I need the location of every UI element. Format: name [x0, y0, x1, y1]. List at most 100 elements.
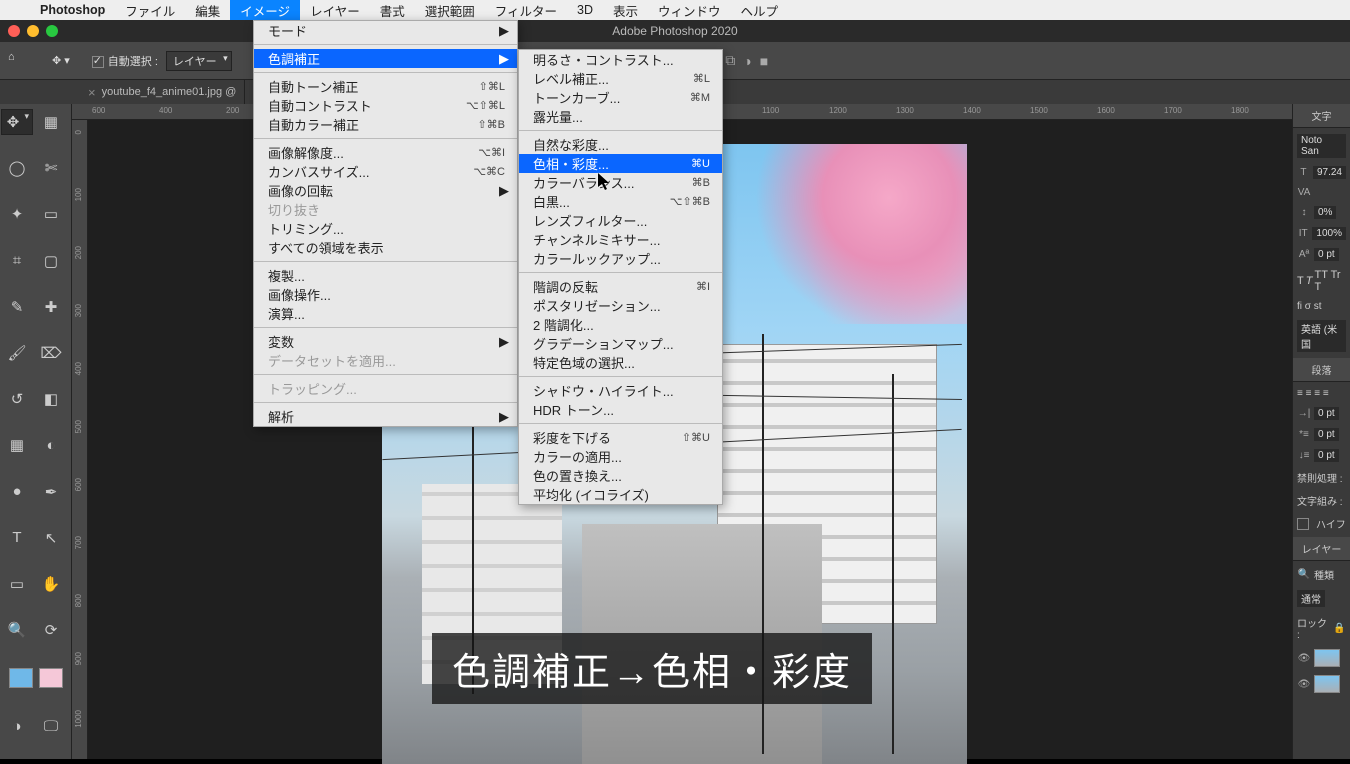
- close-window-button[interactable]: [8, 25, 20, 37]
- mode-3d-icon[interactable]: ⧉: [725, 52, 735, 69]
- font-style-buttons[interactable]: T T TT Tr T: [1293, 265, 1350, 297]
- menu-item[interactable]: 特定色域の選択...: [519, 353, 722, 372]
- minimize-window-button[interactable]: [27, 25, 39, 37]
- space-before-field[interactable]: 0 pt: [1314, 449, 1339, 462]
- paragraph-align-buttons[interactable]: ≡ ≡ ≡ ≡: [1293, 384, 1350, 403]
- menu-ファイル[interactable]: ファイル: [115, 0, 185, 20]
- menu-item[interactable]: 白黒...⌥⇧⌘B: [519, 192, 722, 211]
- visibility-icon[interactable]: 👁: [1297, 653, 1311, 664]
- menu-item[interactable]: モード▶: [254, 21, 517, 40]
- menu-item[interactable]: 彩度を下げる⇧⌘U: [519, 428, 722, 447]
- menu-item[interactable]: HDR トーン...: [519, 400, 722, 419]
- baseline-field[interactable]: 0 pt: [1314, 248, 1339, 261]
- indent-first-field[interactable]: 0 pt: [1314, 428, 1339, 441]
- home-icon[interactable]: ⌂: [8, 51, 28, 71]
- hyphenation-checkbox[interactable]: [1297, 518, 1309, 530]
- document-tab[interactable]: × youtube_f4_anime01.jpg @: [80, 80, 245, 104]
- menu-item[interactable]: すべての領域を表示: [254, 238, 517, 257]
- menu-item[interactable]: 色調補正▶: [254, 49, 517, 68]
- menu-item[interactable]: 変数▶: [254, 332, 517, 351]
- tool-frame[interactable]: ▢: [35, 248, 67, 274]
- blend-mode-field[interactable]: 通常: [1297, 590, 1325, 607]
- tool-eyedropper[interactable]: ✎: [1, 294, 33, 320]
- font-family-field[interactable]: Noto San: [1297, 134, 1346, 158]
- tool-history-brush[interactable]: ↺: [1, 386, 33, 412]
- opentype-buttons[interactable]: fi σ st: [1293, 297, 1350, 316]
- tool-gradient[interactable]: ▦: [1, 432, 33, 458]
- menu-item[interactable]: シャドウ・ハイライト...: [519, 381, 722, 400]
- move-tool-icon[interactable]: ✥ ▾: [52, 54, 70, 67]
- menu-item[interactable]: カラーの適用...: [519, 447, 722, 466]
- menu-item[interactable]: 画像の回転▶: [254, 181, 517, 200]
- menu-item[interactable]: 階調の反転⌘I: [519, 277, 722, 296]
- menu-item[interactable]: トーンカーブ...⌘M: [519, 88, 722, 107]
- menu-書式[interactable]: 書式: [370, 0, 415, 20]
- tool-marquee[interactable]: ◯: [1, 155, 33, 181]
- menu-item[interactable]: 画像操作...: [254, 285, 517, 304]
- tool-blur[interactable]: ◐: [35, 432, 67, 458]
- layer-row[interactable]: 👁: [1293, 671, 1350, 697]
- tool-zoom[interactable]: 🔍: [1, 617, 33, 643]
- tool-dodge[interactable]: ●: [1, 479, 33, 505]
- close-tab-icon[interactable]: ×: [88, 85, 96, 100]
- tracking-field[interactable]: 0%: [1314, 206, 1336, 219]
- menu-item[interactable]: 自動コントラスト⌥⇧⌘L: [254, 96, 517, 115]
- menu-item[interactable]: カンバスサイズ...⌥⌘C: [254, 162, 517, 181]
- menu-item[interactable]: 画像解像度...⌥⌘I: [254, 143, 517, 162]
- menu-表示[interactable]: 表示: [603, 0, 648, 20]
- menu-編集[interactable]: 編集: [185, 0, 230, 20]
- language-field[interactable]: 英語 (米国: [1297, 320, 1346, 352]
- visibility-icon[interactable]: 👁: [1297, 679, 1311, 690]
- menu-item[interactable]: 演算...: [254, 304, 517, 323]
- tool-path-select[interactable]: ↖: [35, 525, 67, 551]
- quick-mask-icon[interactable]: ◑: [1, 714, 33, 740]
- menu-item[interactable]: チャンネルミキサー...: [519, 230, 722, 249]
- menu-item[interactable]: ポスタリゼーション...: [519, 296, 722, 315]
- character-panel-tab[interactable]: 文字: [1293, 104, 1350, 128]
- menu-item[interactable]: 複製...: [254, 266, 517, 285]
- lock-icon[interactable]: 🔒: [1333, 623, 1346, 634]
- foreground-color-swatch[interactable]: [9, 668, 33, 688]
- tool-hand[interactable]: ✋: [35, 571, 67, 597]
- vscale-field[interactable]: 100%: [1312, 227, 1346, 240]
- camera-icon[interactable]: ■: [760, 53, 768, 69]
- tool-crop[interactable]: ⌗: [1, 248, 33, 274]
- search-icon[interactable]: 🔍: [1297, 569, 1311, 580]
- menu-item[interactable]: 自然な彩度...: [519, 135, 722, 154]
- font-size-field[interactable]: 97.24: [1313, 166, 1346, 179]
- menu-item[interactable]: 自動トーン補正⇧⌘L: [254, 77, 517, 96]
- menu-イメージ[interactable]: イメージ: [230, 0, 300, 20]
- tool-lasso[interactable]: ✄: [35, 155, 67, 181]
- background-color-swatch[interactable]: [39, 668, 63, 688]
- tool-rectangle[interactable]: ▭: [1, 571, 33, 597]
- tool-spot-heal[interactable]: ✚: [35, 294, 67, 320]
- menu-item[interactable]: 2 階調化...: [519, 315, 722, 334]
- tool-move[interactable]: ✥: [1, 109, 33, 135]
- tool-magic-wand[interactable]: ✦: [1, 201, 33, 227]
- menu-item[interactable]: 色相・彩度...⌘U: [519, 154, 722, 173]
- menu-item[interactable]: 明るさ・コントラスト...: [519, 50, 722, 69]
- tool-pen[interactable]: ✒: [35, 479, 67, 505]
- tool-clone[interactable]: ⌦: [35, 340, 67, 366]
- menu-item[interactable]: レベル補正...⌘L: [519, 69, 722, 88]
- tool-eraser[interactable]: ◧: [35, 386, 67, 412]
- mask-icon[interactable]: ◑: [743, 53, 751, 69]
- indent-field[interactable]: 0 pt: [1314, 407, 1339, 420]
- app-menu[interactable]: Photoshop: [30, 0, 115, 20]
- menu-item[interactable]: カラールックアップ...: [519, 249, 722, 268]
- menu-レイヤー[interactable]: レイヤー: [300, 0, 370, 20]
- auto-select-target-dropdown[interactable]: レイヤー: [166, 51, 232, 71]
- menu-item[interactable]: 色の置き換え...: [519, 466, 722, 485]
- maximize-window-button[interactable]: [46, 25, 58, 37]
- menu-ヘルプ[interactable]: ヘルプ: [731, 0, 789, 20]
- menu-item[interactable]: トリミング...: [254, 219, 517, 238]
- layers-panel-tab[interactable]: レイヤー: [1293, 537, 1350, 561]
- tool-type[interactable]: T: [1, 525, 33, 551]
- menu-3D[interactable]: 3D: [567, 0, 603, 20]
- menu-item[interactable]: 解析▶: [254, 407, 517, 426]
- menu-item[interactable]: 露光量...: [519, 107, 722, 126]
- tool-brush[interactable]: 🖌: [1, 340, 33, 366]
- screen-mode-icon[interactable]: 🖵: [35, 714, 67, 740]
- paragraph-panel-tab[interactable]: 段落: [1293, 358, 1350, 382]
- menu-item[interactable]: 平均化 (イコライズ): [519, 485, 722, 504]
